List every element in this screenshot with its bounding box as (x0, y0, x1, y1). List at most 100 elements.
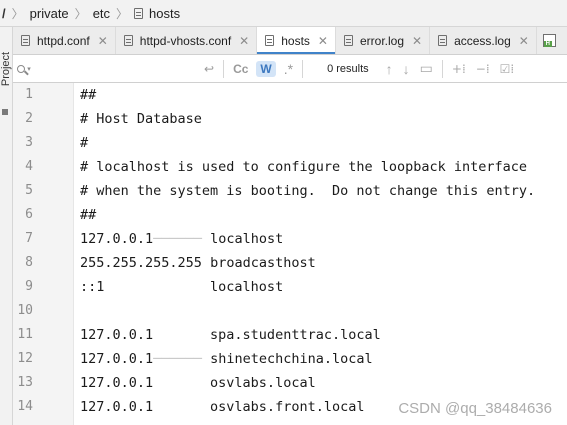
close-icon[interactable]: ✕ (239, 34, 249, 48)
tab-label: httpd.conf (37, 33, 90, 48)
chevron-right-icon: 〉 (74, 6, 87, 21)
tab-error-log[interactable]: error.log ✕ (336, 27, 431, 54)
code-line[interactable]: 2 # Host Database (13, 107, 567, 131)
line-number: 4 (25, 159, 33, 174)
line-number: 10 (17, 303, 33, 318)
line-code: 127.0.0.1 osvlabs.front.local (80, 399, 365, 415)
breadcrumb-item-hosts-label: hosts (149, 5, 181, 21)
code-line[interactable]: 3 # (13, 131, 567, 155)
line-number: 14 (17, 399, 33, 414)
tab-whitespace-marker: ────── (153, 231, 211, 247)
code-line[interactable]: 4 # localhost is used to configure the lo… (13, 155, 567, 179)
code-line[interactable]: 11 127.0.0.1 spa.studenttrac.local (13, 323, 567, 347)
html-file-icon-letter: H (543, 41, 552, 47)
line-code: # Host Database (80, 111, 202, 127)
line-code: 127.0.0.1 osvlabs.local (80, 375, 316, 391)
close-icon[interactable]: ✕ (412, 34, 422, 48)
line-number: 2 (25, 111, 33, 126)
breadcrumb: / 〉 private 〉 etc 〉 hosts (0, 0, 567, 27)
code-line[interactable]: 6 ## (13, 203, 567, 227)
project-tool-button[interactable]: Project (0, 49, 12, 89)
search-icon (17, 64, 26, 73)
select-all-carets-icon[interactable]: ☑⁞ (495, 62, 520, 76)
add-caret-icon[interactable]: +⁞ (447, 62, 471, 76)
tab-whitespace-marker (202, 255, 210, 271)
editor-tab-bar: httpd.conf ✕ httpd-vhosts.conf ✕ hosts ✕… (13, 27, 567, 55)
text-file-icon (123, 35, 133, 46)
tab-label: hosts (281, 33, 310, 48)
find-bar: ▾ ↩ Cc W .* 0 results ↑ ↓ ▭ +⁞ −⁞ ☑⁞ (13, 55, 567, 83)
toolbar-separator (302, 59, 304, 78)
line-number: 12 (17, 351, 33, 366)
line-number: 11 (17, 327, 33, 342)
line-code: # (80, 135, 89, 151)
code-line[interactable]: 12 127.0.0.1────── shinetechchina.local (13, 347, 567, 371)
tab-label: access.log (454, 33, 511, 48)
regex-toggle[interactable]: .* (279, 61, 298, 77)
watermark: CSDN @qq_38484636 (398, 400, 552, 417)
tab-access-log[interactable]: access.log ✕ (430, 27, 537, 54)
tab-hosts[interactable]: hosts ✕ (257, 27, 336, 54)
line-code: # localhost is used to configure the loo… (80, 159, 528, 175)
line-code: 127.0.0.1────── localhost (80, 231, 284, 247)
text-file-icon (438, 35, 448, 46)
arrow-up-icon[interactable]: ↑ (381, 61, 398, 77)
code-line[interactable]: 1 ## (13, 83, 567, 107)
breadcrumb-item-etc[interactable]: etc (93, 6, 110, 21)
tool-window-strip: Project (0, 27, 13, 425)
tab-httpd-conf[interactable]: httpd.conf ✕ (13, 27, 116, 54)
code-line[interactable]: 8 255.255.255.255 broadcasthost (13, 251, 567, 275)
breadcrumb-root[interactable]: / (2, 6, 6, 21)
breadcrumb-item-hosts[interactable]: hosts (134, 6, 180, 21)
arrow-down-icon[interactable]: ↓ (398, 61, 415, 77)
line-code: 127.0.0.1 spa.studenttrac.local (80, 327, 381, 343)
folder-icon (2, 109, 8, 115)
line-number: 3 (25, 135, 33, 150)
line-number: 8 (25, 255, 33, 270)
line-number: 7 (25, 231, 33, 246)
chevron-right-icon: 〉 (11, 6, 24, 21)
toolbar-separator (223, 59, 225, 78)
text-file-icon (265, 35, 275, 46)
line-code: # when the system is booting. Do not cha… (80, 183, 536, 199)
line-number: 6 (25, 207, 33, 222)
line-number: 1 (25, 87, 33, 102)
code-editor[interactable]: 1 ## 2 # Host Database 3 #4 # localhost is use… (13, 83, 567, 425)
html-file-icon[interactable]: H (542, 34, 556, 47)
newline-icon[interactable]: ↩ (199, 62, 219, 76)
match-case-toggle[interactable]: Cc (228, 62, 253, 76)
line-code: ## (80, 87, 97, 103)
close-icon[interactable]: ✕ (98, 34, 108, 48)
search-input[interactable] (35, 56, 199, 81)
text-file-icon (343, 35, 353, 46)
line-code: 127.0.0.1────── shinetechchina.local (80, 351, 373, 367)
caret-down-icon: ▾ (27, 65, 31, 73)
code-line[interactable]: 5 # when the system is booting. Do not ch… (13, 179, 567, 203)
remove-caret-icon[interactable]: −⁞ (471, 62, 495, 76)
text-file-icon (21, 35, 30, 46)
toolbar-separator (441, 59, 443, 78)
line-code: 255.255.255.255 broadcasthost (80, 255, 316, 271)
text-file-icon (134, 7, 144, 19)
code-line[interactable]: 9::1 localhost (13, 275, 567, 299)
close-icon[interactable]: ✕ (519, 34, 529, 48)
code-line[interactable]: 13 127.0.0.1 osvlabs.local (13, 371, 567, 395)
tab-label: httpd-vhosts.conf (139, 33, 232, 48)
tab-httpd-vhosts-conf[interactable]: httpd-vhosts.conf ✕ (116, 27, 258, 54)
tab-label: error.log (359, 33, 405, 48)
line-number: 9 (25, 279, 33, 294)
code-line[interactable]: 7 127.0.0.1────── localhost (13, 227, 567, 251)
select-all-occurrences-icon[interactable]: ▭ (415, 60, 438, 77)
close-icon[interactable]: ✕ (318, 34, 328, 48)
line-number: 5 (25, 183, 33, 198)
line-number: 13 (17, 375, 33, 390)
breadcrumb-item-private[interactable]: private (30, 6, 69, 21)
tab-whitespace-marker: ────── (153, 351, 211, 367)
whole-words-toggle[interactable]: W (256, 60, 276, 77)
chevron-right-icon: 〉 (116, 6, 129, 21)
search-history-button[interactable]: ▾ (13, 64, 35, 73)
search-results-count: 0 results (327, 62, 369, 75)
code-line[interactable]: 10 (13, 299, 567, 323)
line-code: ::1 localhost (80, 279, 284, 295)
line-code: ## (80, 207, 97, 223)
